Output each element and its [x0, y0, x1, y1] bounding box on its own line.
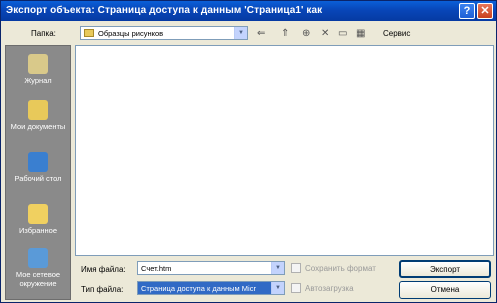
place-network-label: Мое сетевое окружение — [15, 270, 61, 288]
place-favorites-label: Избранное — [18, 226, 57, 235]
filetype-label: Тип файла: — [81, 285, 124, 294]
network-icon — [28, 248, 48, 268]
history-icon — [28, 54, 48, 74]
place-desktop[interactable]: Рабочий стол — [6, 152, 70, 183]
filetype-select[interactable]: Страница доступа к данным Micr ▼ — [137, 281, 285, 295]
help-button[interactable]: ? — [459, 3, 475, 19]
new-folder-icon[interactable]: ▭ — [338, 28, 347, 39]
autostart-label: Автозагрузка — [305, 284, 354, 293]
chevron-down-icon[interactable]: ▼ — [234, 27, 247, 39]
places-bar: Журнал Мои документы Рабочий стол Избран… — [5, 45, 71, 300]
tools-menu[interactable]: Сервис — [383, 29, 410, 38]
window-title: Экспорт объекта: Страница доступа к данн… — [6, 5, 323, 16]
place-my-documents-label: Мои документы — [10, 122, 66, 131]
filetype-value: Страница доступа к данным Micr — [141, 284, 256, 293]
filename-label: Имя файла: — [81, 265, 126, 274]
file-list[interactable] — [75, 45, 494, 256]
up-folder-icon[interactable]: ⇑ — [281, 28, 289, 39]
folder-icon — [84, 29, 94, 37]
delete-icon[interactable]: ✕ — [321, 28, 329, 39]
place-my-documents[interactable]: Мои документы — [6, 100, 70, 131]
title-bar[interactable]: Экспорт объекта: Страница доступа к данн… — [1, 1, 496, 21]
place-history-label: Журнал — [24, 76, 52, 85]
export-button[interactable]: Экспорт — [399, 260, 491, 278]
chevron-down-icon[interactable]: ▼ — [271, 282, 284, 294]
my-documents-icon — [28, 100, 48, 120]
place-desktop-label: Рабочий стол — [14, 174, 62, 183]
autostart-checkbox[interactable] — [291, 283, 301, 293]
save-format-label: Сохранить формат — [305, 264, 376, 273]
close-button[interactable]: ✕ — [477, 3, 493, 19]
place-network[interactable]: Мое сетевое окружение — [6, 248, 70, 288]
filename-input[interactable]: Счет.htm ▼ — [137, 261, 285, 275]
place-history[interactable]: Журнал — [6, 54, 70, 85]
folder-combo[interactable]: Образцы рисунков ▼ — [80, 26, 248, 40]
desktop-icon — [28, 152, 48, 172]
chevron-down-icon[interactable]: ▼ — [271, 262, 284, 274]
views-icon[interactable]: ▦ — [356, 28, 365, 39]
filename-value: Счет.htm — [141, 264, 172, 273]
folder-value: Образцы рисунков — [98, 29, 164, 38]
export-dialog: Экспорт объекта: Страница доступа к данн… — [0, 0, 497, 303]
place-favorites[interactable]: Избранное — [6, 204, 70, 235]
search-web-icon[interactable]: ⊕ — [302, 28, 310, 39]
back-icon[interactable]: ⇐ — [257, 28, 265, 39]
folder-label: Папка: — [31, 29, 56, 38]
cancel-button[interactable]: Отмена — [399, 281, 491, 299]
favorites-icon — [28, 204, 48, 224]
save-format-checkbox[interactable] — [291, 263, 301, 273]
